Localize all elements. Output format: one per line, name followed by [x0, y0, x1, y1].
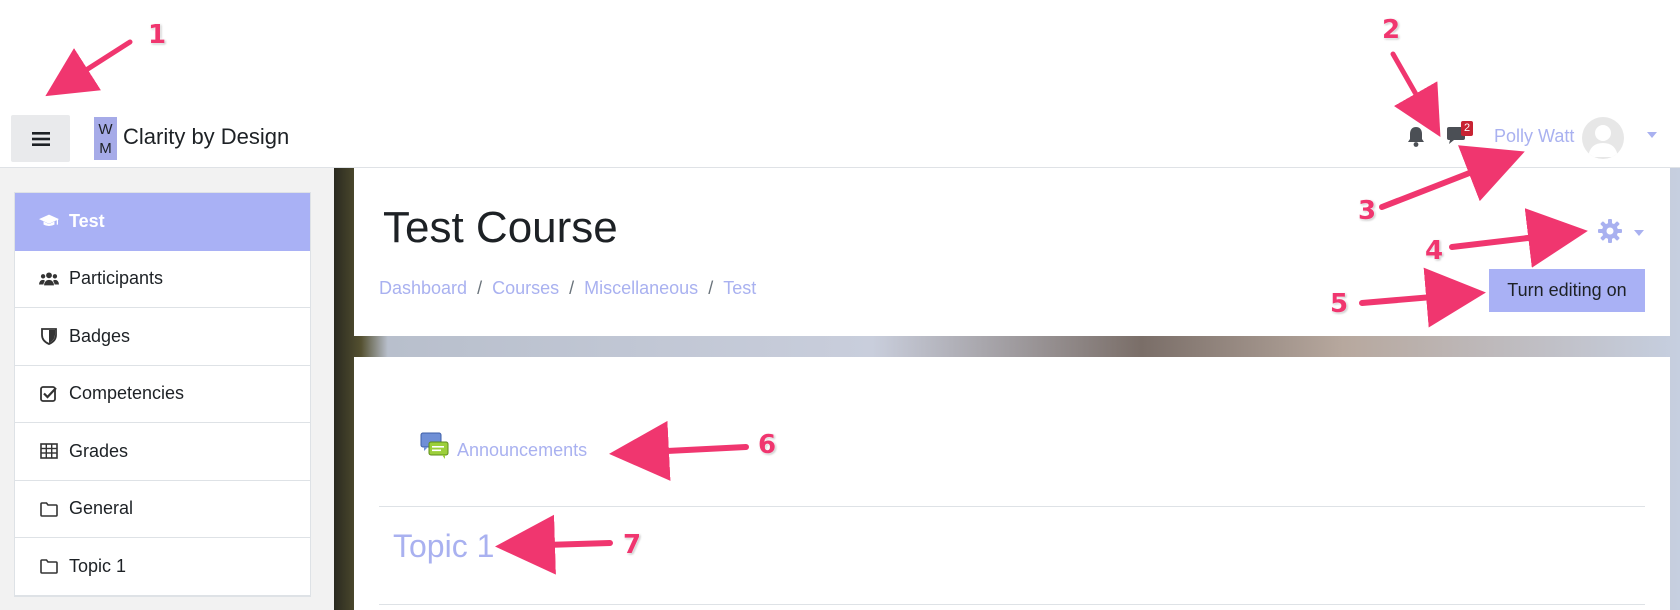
- graduation-cap-icon: [39, 211, 59, 231]
- sidebar-item-label: Participants: [69, 268, 164, 289]
- shield-icon: [39, 326, 59, 346]
- avatar[interactable]: [1582, 117, 1624, 159]
- default-user-icon: [1588, 125, 1618, 157]
- user-name[interactable]: Polly Watt: [1494, 126, 1574, 147]
- checkbox-icon: [39, 384, 59, 404]
- sidebar-item-badges[interactable]: Badges: [15, 308, 310, 366]
- sidebar-item-test[interactable]: Test: [15, 193, 310, 251]
- course-nav-list: Test Participants Badges Competencies Gr…: [14, 192, 311, 597]
- hamburger-icon: [31, 131, 50, 146]
- annotation-arrow-1: [45, 39, 133, 97]
- screenshot-stage: W M Clarity by Design 2 Polly Watt Test …: [0, 0, 1680, 610]
- course-content: [354, 357, 1670, 610]
- annotation-number-5: 5: [1330, 289, 1349, 319]
- section-title-topic-1[interactable]: Topic 1: [393, 528, 494, 565]
- annotation-number-1: 1: [148, 20, 167, 50]
- drawer-toggle-button[interactable]: [11, 115, 70, 162]
- site-name[interactable]: Clarity by Design: [123, 124, 289, 150]
- sidebar-item-grades[interactable]: Grades: [15, 423, 310, 481]
- sidebar-item-label: Badges: [69, 325, 131, 346]
- bell-icon[interactable]: [1406, 126, 1426, 148]
- section-divider: [379, 604, 1645, 605]
- annotation-number-6: 6: [758, 430, 777, 460]
- logo-line-2: M: [99, 139, 112, 157]
- breadcrumb-courses[interactable]: Courses: [492, 278, 559, 299]
- breadcrumb-separator: /: [477, 278, 483, 298]
- breadcrumb-dashboard[interactable]: Dashboard: [379, 278, 467, 299]
- breadcrumb-miscellaneous[interactable]: Miscellaneous: [584, 278, 698, 299]
- user-menu-caret-icon[interactable]: [1647, 132, 1657, 138]
- sidebar-item-label: General: [69, 498, 134, 519]
- sidebar-item-topic-1[interactable]: Topic 1: [15, 538, 310, 596]
- gear-icon[interactable]: [1597, 218, 1623, 244]
- annotation-number-2: 2: [1382, 15, 1401, 45]
- page-title: Test Course: [383, 203, 618, 252]
- folder-icon: [39, 499, 59, 519]
- forum-icon: [420, 432, 449, 459]
- logo-line-1: W: [98, 120, 113, 138]
- settings-caret-icon[interactable]: [1634, 230, 1644, 236]
- sidebar-item-label: Topic 1: [69, 555, 127, 576]
- breadcrumb: Dashboard / Courses / Miscellaneous / Te…: [379, 278, 756, 299]
- sidebar-item-general[interactable]: General: [15, 481, 310, 538]
- message-count-badge: 2: [1461, 121, 1473, 136]
- announcements-link[interactable]: Announcements: [457, 440, 587, 461]
- turn-editing-on-button[interactable]: Turn editing on: [1489, 269, 1645, 312]
- sidebar-item-participants[interactable]: Participants: [15, 251, 310, 308]
- annotation-number-4: 4: [1425, 236, 1444, 266]
- top-navbar: W M Clarity by Design 2 Polly Watt: [0, 106, 1680, 168]
- site-logo[interactable]: W M: [94, 117, 117, 160]
- breadcrumb-separator: /: [569, 278, 575, 298]
- section-divider: [379, 506, 1645, 507]
- table-icon: [39, 441, 59, 461]
- annotation-number-3: 3: [1358, 196, 1377, 226]
- breadcrumb-separator: /: [708, 278, 714, 298]
- folder-icon: [39, 556, 59, 576]
- nav-drawer: Test Participants Badges Competencies Gr…: [0, 168, 334, 610]
- sidebar-item-competencies[interactable]: Competencies: [15, 366, 310, 423]
- breadcrumb-test[interactable]: Test: [723, 278, 756, 299]
- sidebar-item-label: Test: [69, 210, 105, 231]
- users-icon: [39, 269, 59, 289]
- sidebar-item-label: Competencies: [69, 383, 185, 404]
- sidebar-item-label: Grades: [69, 440, 129, 461]
- annotation-number-7: 7: [623, 530, 642, 560]
